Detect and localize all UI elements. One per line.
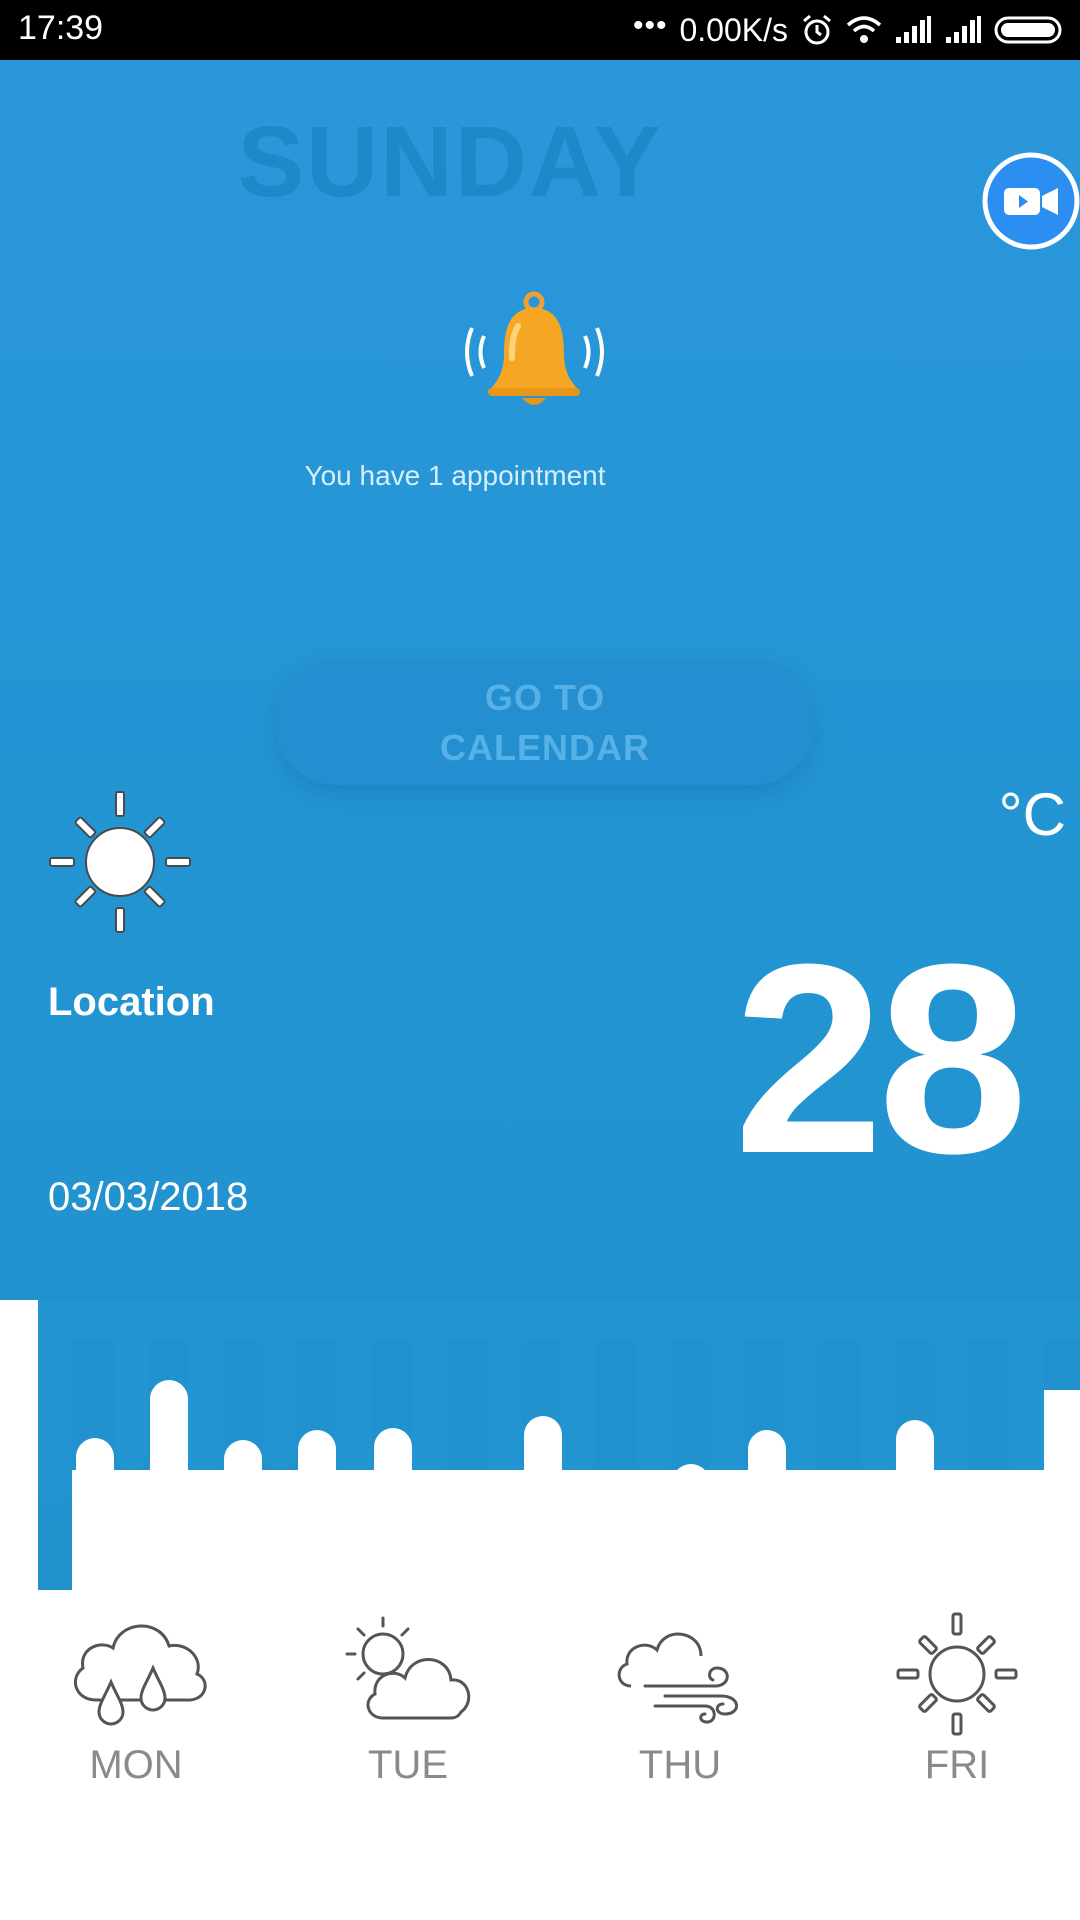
drip-divider bbox=[0, 1300, 1080, 1620]
sun-icon bbox=[49, 791, 191, 933]
status-icons: ••• 0.00K/s bbox=[633, 8, 1066, 52]
network-speed: 0.00K/s bbox=[679, 11, 788, 48]
partly-cloudy-icon bbox=[345, 1616, 471, 1720]
bell-icon bbox=[465, 291, 604, 405]
video-call-button[interactable] bbox=[982, 152, 1080, 250]
go-to-calendar-button[interactable]: GO TO CALENDAR bbox=[275, 660, 815, 785]
signal-icon bbox=[896, 16, 931, 43]
forecast-day-label: TUE bbox=[368, 1743, 448, 1787]
battery-icon bbox=[994, 16, 1062, 44]
alarm-icon bbox=[803, 14, 831, 45]
wifi-icon bbox=[846, 16, 882, 43]
temperature-unit: °C bbox=[998, 781, 1066, 848]
forecast-day-label: THU bbox=[638, 1743, 722, 1787]
appointment-notice: You have 1 appointment bbox=[304, 460, 606, 491]
video-camera-icon bbox=[982, 152, 1080, 250]
windy-cloud-icon bbox=[617, 1632, 738, 1724]
more-dots-icon: ••• bbox=[632, 9, 668, 42]
status-time: 17:39 bbox=[18, 9, 104, 47]
go-to-calendar-label: GO TO CALENDAR bbox=[440, 676, 650, 768]
location-label: Location bbox=[48, 980, 215, 1024]
forecast-item-fri[interactable]: FRI bbox=[867, 1612, 1047, 1788]
forecast-day-label: MON bbox=[89, 1743, 183, 1787]
forecast-day-label: FRI bbox=[924, 1743, 990, 1787]
signal-icon bbox=[946, 16, 981, 43]
forecast-item-mon[interactable]: MON bbox=[46, 1612, 226, 1788]
forecast-item-thu[interactable]: THU bbox=[590, 1612, 770, 1788]
forecast-item-tue[interactable]: TUE bbox=[318, 1612, 498, 1788]
status-bar: 17:39 ••• 0.00K/s bbox=[0, 0, 1080, 60]
day-title: SUNDAY bbox=[237, 106, 663, 218]
date-label: 03/03/2018 bbox=[48, 1175, 249, 1219]
rain-cloud-icon bbox=[73, 1624, 207, 1726]
temperature-value: 28 bbox=[733, 909, 1028, 1210]
sun-icon bbox=[896, 1612, 1018, 1736]
